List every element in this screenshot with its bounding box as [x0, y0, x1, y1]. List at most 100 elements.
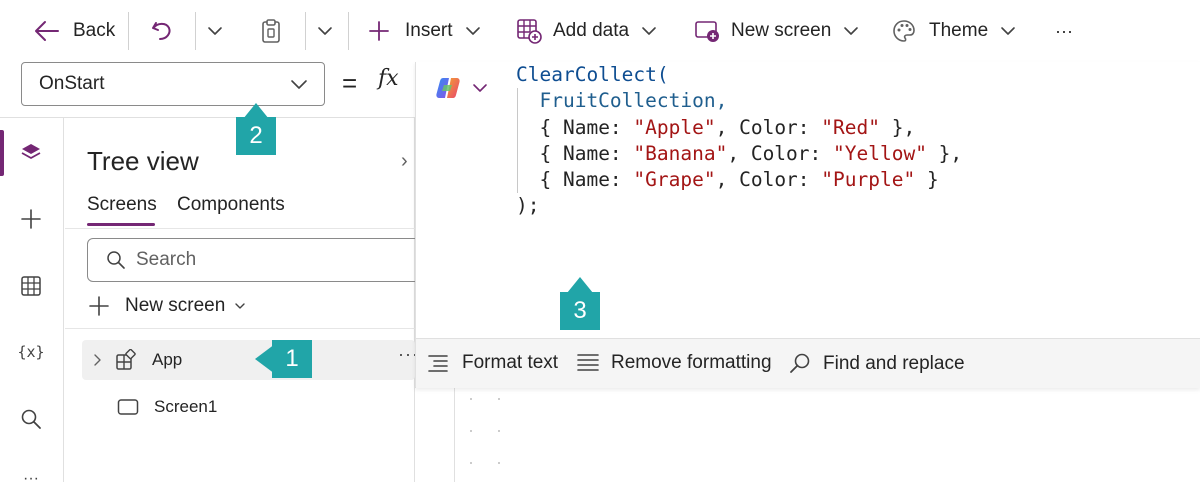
- remove-formatting-button[interactable]: Remove formatting: [576, 352, 772, 374]
- table-icon: [21, 276, 41, 296]
- code-punct: },: [926, 141, 963, 165]
- code-line: ClearCollect(: [516, 62, 962, 88]
- canvas-grid-dot: [470, 462, 472, 464]
- toolbar-divider: [195, 12, 196, 50]
- search-placeholder: Search: [136, 249, 197, 270]
- plus-icon: [369, 21, 389, 41]
- tree-node-label: Screen1: [154, 397, 218, 416]
- insert-label: Insert: [405, 20, 453, 41]
- search-icon: [790, 353, 810, 373]
- callout-badge-2: 2: [236, 117, 276, 155]
- code-string: "Red": [821, 115, 880, 139]
- command-bar: Back Insert Add data New screen Theme ··…: [0, 0, 1200, 62]
- chevron-right-icon[interactable]: [93, 354, 103, 366]
- code-punct: {: [539, 168, 563, 192]
- canvas-grid-dot: [498, 398, 500, 400]
- code-punct: {: [539, 115, 563, 139]
- code-key: Color:: [739, 115, 822, 139]
- format-text-label: Format text: [462, 352, 559, 373]
- code-punct: }: [915, 168, 939, 192]
- chevron-down-icon: [235, 303, 246, 309]
- add-data-label: Add data: [553, 20, 630, 41]
- undo-button[interactable]: [150, 12, 174, 50]
- format-text-icon: [428, 355, 448, 372]
- screen-add-icon: [695, 21, 719, 42]
- formula-editor-toolbar: Format text Remove formatting Find and r…: [416, 338, 1200, 388]
- property-value: OnStart: [39, 73, 105, 94]
- fx-icon[interactable]: fx: [378, 66, 399, 91]
- new-screen-link[interactable]: New screen: [89, 292, 246, 320]
- paste-dropdown-button[interactable]: [317, 12, 333, 50]
- code-punct: },: [879, 115, 916, 139]
- copilot-icon: [436, 78, 460, 98]
- callout-badge-1: 1: [272, 340, 312, 378]
- rail-selection-indicator: [0, 130, 4, 176]
- code-key: Color:: [739, 168, 822, 192]
- more-rail-icon[interactable]: ···: [16, 464, 46, 482]
- tab-screens[interactable]: Screens: [87, 194, 157, 216]
- variables-rail-button[interactable]: {x}: [16, 337, 46, 367]
- divider: [65, 328, 415, 329]
- collapse-panel-icon[interactable]: ›: [401, 150, 408, 173]
- chevron-down-icon: [318, 27, 332, 35]
- theme-button[interactable]: Theme: [892, 12, 1016, 50]
- code-string: "Apple": [633, 115, 716, 139]
- more-options-button[interactable]: ···: [1055, 12, 1073, 50]
- code-line: { Name: "Banana", Color: "Yellow" },: [516, 141, 962, 167]
- code-line: { Name: "Grape", Color: "Purple" }: [516, 167, 962, 193]
- chevron-down-icon: [465, 27, 480, 35]
- screen-icon: [117, 399, 139, 415]
- toolbar-divider: [128, 12, 129, 50]
- plus-icon: [89, 296, 109, 316]
- code-string: "Yellow": [833, 141, 927, 165]
- canvas-grid-dot: [498, 430, 500, 432]
- formula-code[interactable]: ClearCollect( FruitCollection, { Name: "…: [516, 62, 962, 220]
- code-key: Name:: [562, 141, 634, 165]
- code-punct: ,: [715, 115, 740, 139]
- tree-node-label: App: [152, 350, 183, 369]
- undo-dropdown-button[interactable]: [207, 12, 223, 50]
- copilot-button[interactable]: [434, 74, 488, 102]
- toolbar-divider: [348, 12, 349, 50]
- tree-node-screen1[interactable]: Screen1: [82, 387, 415, 427]
- chevron-down-icon: [642, 27, 656, 35]
- tree-view-panel: Tree view › Screens Components Search Ne…: [65, 118, 427, 482]
- chevron-down-icon: [844, 27, 859, 35]
- formula-editor[interactable]: ClearCollect( FruitCollection, { Name: "…: [415, 62, 1200, 388]
- tree-view-rail-button[interactable]: [16, 138, 46, 168]
- tree-view-title: Tree view: [87, 146, 199, 176]
- chevron-down-icon: [291, 80, 307, 89]
- app-icon: [116, 349, 136, 370]
- paste-button[interactable]: [259, 12, 283, 50]
- code-punct: {: [539, 141, 563, 165]
- more-label: ···: [1055, 20, 1073, 41]
- theme-label: Theme: [929, 20, 989, 41]
- back-button[interactable]: Back: [34, 12, 115, 50]
- tab-components[interactable]: Components: [177, 194, 285, 216]
- find-replace-button[interactable]: Find and replace: [788, 352, 965, 376]
- add-data-button[interactable]: Add data: [516, 12, 657, 50]
- new-screen-label: New screen: [731, 20, 832, 41]
- new-screen-button[interactable]: New screen: [694, 12, 859, 50]
- new-screen-link-label: New screen: [125, 295, 226, 316]
- equals-sign: =: [342, 68, 358, 98]
- data-rail-button[interactable]: [16, 271, 46, 301]
- code-string: "Grape": [633, 168, 716, 192]
- search-icon: [107, 251, 125, 269]
- back-arrow-icon: [35, 21, 59, 41]
- property-dropdown[interactable]: OnStart: [21, 62, 325, 106]
- search-input[interactable]: Search: [87, 238, 427, 282]
- variables-icon: {x}: [17, 343, 45, 361]
- insert-button[interactable]: Insert: [368, 12, 481, 50]
- table-add-icon: [517, 19, 542, 44]
- code-punct: ,: [715, 168, 740, 192]
- code-string: "Banana": [633, 141, 728, 165]
- code-key: Name:: [562, 168, 634, 192]
- code-function: ClearCollect(: [516, 63, 669, 86]
- tree-node-app[interactable]: App ···: [82, 340, 418, 380]
- format-text-button[interactable]: Format text: [427, 352, 558, 374]
- search-rail-button[interactable]: [16, 404, 46, 434]
- insert-rail-button[interactable]: [16, 204, 46, 234]
- canvas-grid-dot: [498, 462, 500, 464]
- canvas-grid-dot: [470, 398, 472, 400]
